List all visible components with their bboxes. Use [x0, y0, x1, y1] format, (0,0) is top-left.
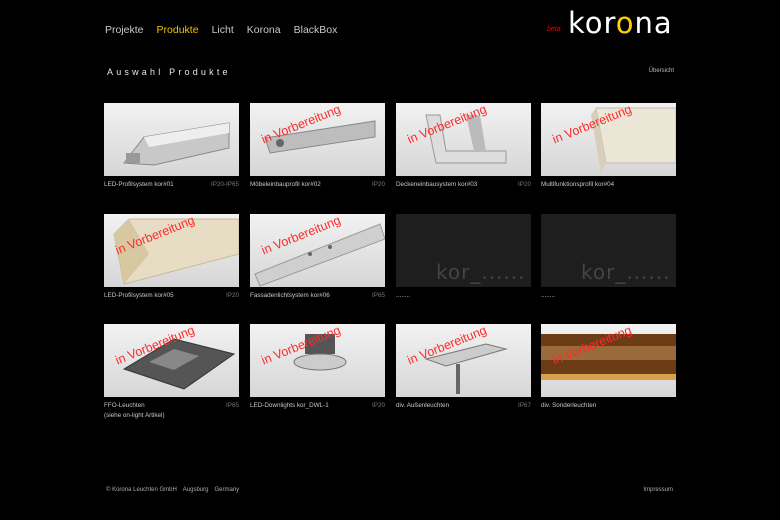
product-card[interactable]: in Vorbereitung Fassadenlichtsystem kor#0… [250, 214, 385, 300]
product-thumbnail[interactable]: in Vorbereitung [396, 324, 531, 397]
product-card[interactable]: in Vorbereitung LED-Profilsystem kor#05 IP… [104, 214, 239, 300]
ip-rating: IP20 [372, 402, 385, 409]
product-card[interactable]: in Vorbereitung Multifunktionsprofil kor#… [541, 103, 676, 189]
product-name[interactable]: Deckeneinbausystem kor#03 [396, 181, 477, 188]
product-thumbnail[interactable]: in Vorbereitung [541, 103, 676, 176]
product-caption: Deckeneinbausystem kor#03 IP20 [396, 181, 531, 189]
product-card[interactable]: in Vorbereitung div. Sonderleuchten [541, 324, 676, 410]
nav-licht[interactable]: Licht [212, 24, 234, 36]
product-card[interactable]: in Vorbereitung LED-Downlights kor_DWL-1 I… [250, 324, 385, 410]
footer-company: © Korona Leuchten GmbH [106, 487, 177, 493]
beta-label: beta [547, 26, 561, 33]
product-caption: div. Sonderleuchten [541, 402, 676, 410]
ip-rating: IP20 [372, 181, 385, 188]
product-thumbnail[interactable]: in Vorbereitung [541, 324, 676, 397]
ip-rating: IP20 [518, 181, 531, 188]
product-name[interactable]: div. Sonderleuchten [541, 402, 596, 409]
product-name[interactable]: Multifunktionsprofil kor#04 [541, 181, 614, 188]
product-thumbnail[interactable]: in Vorbereitung [104, 324, 239, 397]
nav-produkte[interactable]: Produkte [157, 24, 199, 36]
product-card[interactable]: in Vorbereitung Deckeneinbausystem kor#03… [396, 103, 531, 189]
product-name[interactable]: LED-Profilsystem kor#05 [104, 292, 174, 299]
product-thumbnail[interactable]: in Vorbereitung [250, 324, 385, 397]
product-caption: div. Außenleuchten IP67 [396, 402, 531, 410]
ip-rating: IP65 [372, 292, 385, 299]
product-card[interactable]: in Vorbereitung div. Außenleuchten IP67 [396, 324, 531, 410]
product-caption: LED-Downlights kor_DWL-1 IP20 [250, 402, 385, 410]
product-thumbnail[interactable]: kor_...... [541, 214, 676, 287]
footer-city: Augsburg [182, 487, 209, 493]
product-card[interactable]: LED-Profilsystem kor#01 IP20-IP65 [104, 103, 239, 189]
product-name[interactable]: FFO-Leuchten [104, 402, 145, 409]
product-thumbnail[interactable] [104, 103, 239, 176]
overview-link[interactable]: Übersicht [649, 68, 674, 74]
ip-rating: IP67 [518, 402, 531, 409]
product-caption: LED-Profilsystem kor#01 IP20-IP65 [104, 181, 239, 189]
product-card[interactable]: in Vorbereitung FFO-Leuchten IP65 (siehe on… [104, 324, 239, 419]
product-caption: Fassadenlichtsystem kor#06 IP65 [250, 292, 385, 300]
product-thumbnail[interactable]: in Vorbereitung [250, 214, 385, 287]
product-name[interactable]: div. Außenleuchten [396, 402, 449, 409]
ip-rating: IP65 [226, 402, 239, 409]
product-card[interactable]: in Vorbereitung Möbeleinbauprofil kor#02 I… [250, 103, 385, 189]
nav-blackbox[interactable]: BlackBox [294, 24, 338, 36]
product-thumbnail[interactable]: kor_...... [396, 214, 531, 287]
product-card[interactable]: kor_.............. [396, 214, 531, 300]
product-name[interactable]: ........ [541, 292, 555, 299]
product-note: (siehe on-light Artikel) [104, 412, 165, 419]
brand-logo[interactable]: beta korona [547, 6, 677, 40]
led-profile-icon [123, 122, 230, 166]
main-nav: Projekte Produkte Licht Korona BlackBox [105, 24, 337, 36]
placeholder-label: kor_...... [436, 260, 526, 284]
product-name[interactable]: ........ [396, 292, 410, 299]
product-card[interactable]: kor_.............. [541, 214, 676, 300]
footer-country: Germany [214, 487, 240, 493]
product-name[interactable]: Fassadenlichtsystem kor#06 [250, 292, 330, 299]
nav-projekte[interactable]: Projekte [105, 24, 144, 36]
placeholder-label: kor_...... [581, 260, 671, 284]
logo-wordmark: korona [568, 6, 673, 40]
product-caption: LED-Profilsystem kor#05 IP20 [104, 292, 239, 300]
product-name[interactable]: LED-Profilsystem kor#01 [104, 181, 174, 188]
page-title: Auswahl Produkte [107, 67, 231, 77]
product-caption: Möbeleinbauprofil kor#02 IP20 [250, 181, 385, 189]
product-name[interactable]: LED-Downlights kor_DWL-1 [250, 402, 329, 409]
imprint-link[interactable]: Impressum [643, 487, 673, 493]
product-thumbnail[interactable]: in Vorbereitung [396, 103, 531, 176]
product-caption: Multifunktionsprofil kor#04 [541, 181, 676, 189]
ip-rating: IP20-IP65 [210, 181, 239, 188]
footer-info: © Korona Leuchten GmbH Augsburg Germany [106, 487, 239, 493]
nav-korona[interactable]: Korona [247, 24, 281, 36]
product-thumbnail[interactable]: in Vorbereitung [250, 103, 385, 176]
product-caption: ........ [396, 292, 531, 300]
product-caption: FFO-Leuchten IP65 [104, 402, 239, 410]
product-thumbnail[interactable]: in Vorbereitung [104, 214, 239, 287]
ip-rating: IP20 [226, 292, 239, 299]
product-caption: ........ [541, 292, 676, 300]
product-name[interactable]: Möbeleinbauprofil kor#02 [250, 181, 321, 188]
